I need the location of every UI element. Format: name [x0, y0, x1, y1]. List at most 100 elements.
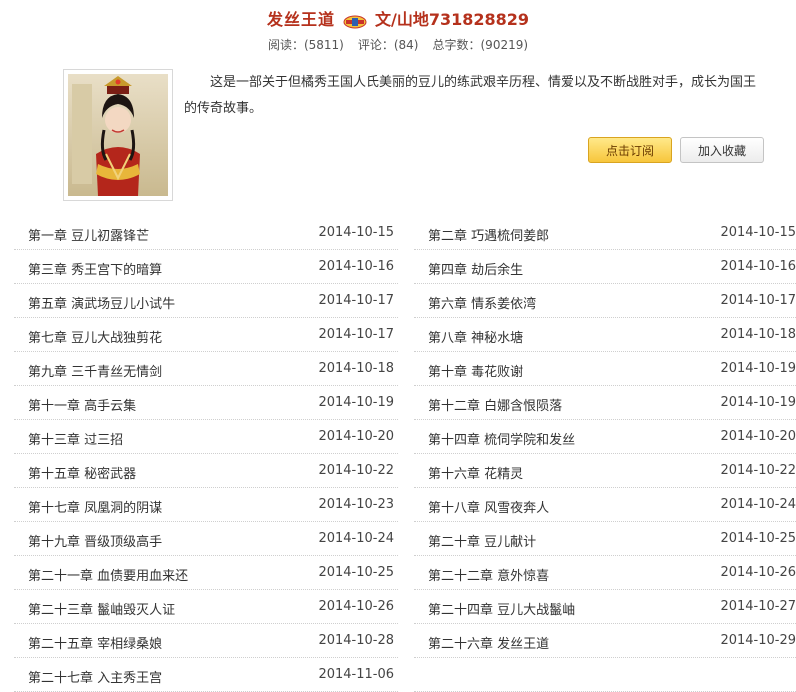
chapter-row: 第十三章 过三招 2014-10-20 第十四章 梳伺学院和发丝 2014-10-20 — [0, 420, 796, 454]
chapter-title-link[interactable]: 第二十六章 发丝王道 — [428, 633, 549, 652]
chapter-item[interactable]: 第二十七章 入主秀王宫 2014-11-06 — [14, 658, 398, 692]
chapter-date: 2014-10-27 — [720, 599, 796, 614]
chapter-item[interactable]: 第二十四章 豆儿大战鬣岫 2014-10-27 — [414, 590, 796, 624]
chapter-item[interactable]: 第一章 豆儿初露锋芒 2014-10-15 — [14, 216, 398, 250]
chapter-title-link[interactable]: 第十九章 晋级顶级高手 — [28, 531, 162, 550]
chapter-title-link[interactable]: 第九章 三千青丝无情剑 — [28, 361, 162, 380]
chapter-date: 2014-10-20 — [318, 429, 394, 444]
chapter-item[interactable]: 第十一章 高手云集 2014-10-19 — [14, 386, 398, 420]
chapter-row: 第九章 三千青丝无情剑 2014-10-18 第十章 毒花败谢 2014-10-19 — [0, 352, 796, 386]
chapter-item[interactable]: 第八章 神秘水塘 2014-10-18 — [414, 318, 796, 352]
chapter-item[interactable]: 第十七章 凤凰洞的阴谋 2014-10-23 — [14, 488, 398, 522]
word-count: 总字数：(90219) — [432, 38, 529, 52]
chapter-item[interactable]: 第二章 巧遇梳伺姜郎 2014-10-15 — [414, 216, 796, 250]
chapter-date: 2014-10-18 — [318, 361, 394, 376]
subscribe-button[interactable]: 点击订阅 — [588, 137, 672, 163]
chapter-date: 2014-10-23 — [318, 497, 394, 512]
chapter-item[interactable]: 第十三章 过三招 2014-10-20 — [14, 420, 398, 454]
read-count: 阅读：(5811) — [267, 38, 344, 52]
chapter-date: 2014-10-22 — [720, 463, 796, 478]
chapter-row: 第三章 秀王宫下的暗算 2014-10-16 第四章 劫后余生 2014-10-16 — [0, 250, 796, 284]
chapter-date: 2014-10-24 — [720, 497, 796, 512]
add-to-favorites-button[interactable]: 加入收藏 — [680, 137, 764, 163]
chapter-item[interactable]: 第二十三章 鬣岫毁灭人证 2014-10-26 — [14, 590, 398, 624]
chapter-title-link[interactable]: 第二十二章 意外惊喜 — [428, 565, 549, 584]
chapter-date: 2014-10-29 — [720, 633, 796, 648]
chapter-date: 2014-10-26 — [720, 565, 796, 580]
chapter-item[interactable]: 第四章 劫后余生 2014-10-16 — [414, 250, 796, 284]
chapter-title-link[interactable]: 第六章 情系姜依湾 — [428, 293, 536, 312]
chapter-date: 2014-10-18 — [720, 327, 796, 342]
author-link[interactable]: 文/山地731828829 — [375, 10, 529, 29]
chapter-item[interactable]: 第十八章 风雪夜奔人 2014-10-24 — [414, 488, 796, 522]
chapter-item[interactable]: 第六章 情系姜依湾 2014-10-17 — [414, 284, 796, 318]
chapter-date: 2014-10-17 — [318, 327, 394, 342]
book-cover-image[interactable] — [63, 69, 173, 201]
chapter-title-link[interactable]: 第二十五章 宰相绿桑娘 — [28, 633, 162, 652]
chapter-date: 2014-10-22 — [318, 463, 394, 478]
chapter-item[interactable]: 第二十章 豆儿献计 2014-10-25 — [414, 522, 796, 556]
chapter-row: 第二十一章 血债要用血来还 2014-10-25 第二十二章 意外惊喜 2014-10… — [0, 556, 796, 590]
chapter-date: 2014-11-06 — [318, 667, 394, 682]
title-line: 发丝王道 文/山地731828829 — [0, 6, 796, 30]
chapter-title-link[interactable]: 第一章 豆儿初露锋芒 — [28, 225, 149, 244]
chapter-date: 2014-10-15 — [318, 225, 394, 240]
chapter-item[interactable]: 第十章 毒花败谢 2014-10-19 — [414, 352, 796, 386]
chapter-date: 2014-10-19 — [720, 395, 796, 410]
book-stats: 阅读：(5811) 评论：(84) 总字数：(90219) — [0, 36, 796, 53]
chapter-title-link[interactable]: 第十一章 高手云集 — [28, 395, 136, 414]
chapter-item[interactable]: 第十二章 白娜含恨陨落 2014-10-19 — [414, 386, 796, 420]
chapter-date: 2014-10-28 — [318, 633, 394, 648]
chapter-item[interactable]: 第二十六章 发丝王道 2014-10-29 — [414, 624, 796, 658]
chapter-title-link[interactable]: 第二十三章 鬣岫毁灭人证 — [28, 599, 175, 618]
chapter-date: 2014-10-25 — [720, 531, 796, 546]
chapter-item[interactable]: 第二十五章 宰相绿桑娘 2014-10-28 — [14, 624, 398, 658]
chapter-title-link[interactable]: 第十章 毒花败谢 — [428, 361, 523, 380]
chapter-item — [414, 658, 796, 692]
chapter-title-link[interactable]: 第八章 神秘水塘 — [428, 327, 523, 346]
chapter-date: 2014-10-16 — [720, 259, 796, 274]
chapter-title-link[interactable]: 第十六章 花精灵 — [428, 463, 523, 482]
chapter-item[interactable]: 第十六章 花精灵 2014-10-22 — [414, 454, 796, 488]
chapter-item[interactable]: 第十四章 梳伺学院和发丝 2014-10-20 — [414, 420, 796, 454]
chapter-date: 2014-10-17 — [318, 293, 394, 308]
chapter-row: 第十一章 高手云集 2014-10-19 第十二章 白娜含恨陨落 2014-10-19 — [0, 386, 796, 420]
chapter-title-link[interactable]: 第二十章 豆儿献计 — [428, 531, 536, 550]
chapter-item[interactable]: 第三章 秀王宫下的暗算 2014-10-16 — [14, 250, 398, 284]
chapter-title-link[interactable]: 第十三章 过三招 — [28, 429, 123, 448]
chapter-title-link[interactable]: 第十二章 白娜含恨陨落 — [428, 395, 562, 414]
chapter-title-link[interactable]: 第四章 劫后余生 — [428, 259, 523, 278]
chapter-title-link[interactable]: 第五章 演武场豆儿小试牛 — [28, 293, 175, 312]
chapter-title-link[interactable]: 第七章 豆儿大战独剪花 — [28, 327, 162, 346]
chapter-row: 第五章 演武场豆儿小试牛 2014-10-17 第六章 情系姜依湾 2014-10-1… — [0, 284, 796, 318]
chapter-row: 第二十五章 宰相绿桑娘 2014-10-28 第二十六章 发丝王道 2014-10-2… — [0, 624, 796, 658]
chapter-item[interactable]: 第十九章 晋级顶级高手 2014-10-24 — [14, 522, 398, 556]
chapter-item[interactable]: 第二十一章 血债要用血来还 2014-10-25 — [14, 556, 398, 590]
chapter-date: 2014-10-20 — [720, 429, 796, 444]
chapter-title-link[interactable]: 第二十一章 血债要用血来还 — [28, 565, 188, 584]
chapter-date: 2014-10-26 — [318, 599, 394, 614]
chapter-date: 2014-10-24 — [318, 531, 394, 546]
chapter-row: 第十九章 晋级顶级高手 2014-10-24 第二十章 豆儿献计 2014-10-25 — [0, 522, 796, 556]
chapter-row: 第十五章 秘密武器 2014-10-22 第十六章 花精灵 2014-10-22 — [0, 454, 796, 488]
book-header: 发丝王道 文/山地731828829 — [0, 0, 796, 34]
chapter-title-link[interactable]: 第二十七章 入主秀王宫 — [28, 667, 162, 686]
chapter-title-link[interactable]: 第二章 巧遇梳伺姜郎 — [428, 225, 549, 244]
chapter-title-link[interactable]: 第三章 秀王宫下的暗算 — [28, 259, 162, 278]
chapter-date: 2014-10-16 — [318, 259, 394, 274]
book-title[interactable]: 发丝王道 — [267, 10, 335, 29]
chapter-item[interactable]: 第七章 豆儿大战独剪花 2014-10-17 — [14, 318, 398, 352]
chapter-item[interactable]: 第九章 三千青丝无情剑 2014-10-18 — [14, 352, 398, 386]
chapter-date: 2014-10-19 — [720, 361, 796, 376]
chapter-item[interactable]: 第二十二章 意外惊喜 2014-10-26 — [414, 556, 796, 590]
book-description: 这是一部关于但橘秀王国人氏美丽的豆儿的练武艰辛历程、情爱以及不断战胜对手，成长为… — [184, 75, 757, 116]
chapter-row: 第二十三章 鬣岫毁灭人证 2014-10-26 第二十四章 豆儿大战鬣岫 2014-1… — [0, 590, 796, 624]
chapter-title-link[interactable]: 第二十四章 豆儿大战鬣岫 — [428, 599, 575, 618]
chapter-item[interactable]: 第五章 演武场豆儿小试牛 2014-10-17 — [14, 284, 398, 318]
chapter-item[interactable]: 第十五章 秘密武器 2014-10-22 — [14, 454, 398, 488]
chapter-title-link[interactable]: 第十七章 凤凰洞的阴谋 — [28, 497, 162, 516]
chapter-row: 第十七章 凤凰洞的阴谋 2014-10-23 第十八章 风雪夜奔人 2014-10-2… — [0, 488, 796, 522]
chapter-title-link[interactable]: 第十四章 梳伺学院和发丝 — [428, 429, 575, 448]
chapter-title-link[interactable]: 第十八章 风雪夜奔人 — [428, 497, 549, 516]
chapter-title-link[interactable]: 第十五章 秘密武器 — [28, 463, 136, 482]
